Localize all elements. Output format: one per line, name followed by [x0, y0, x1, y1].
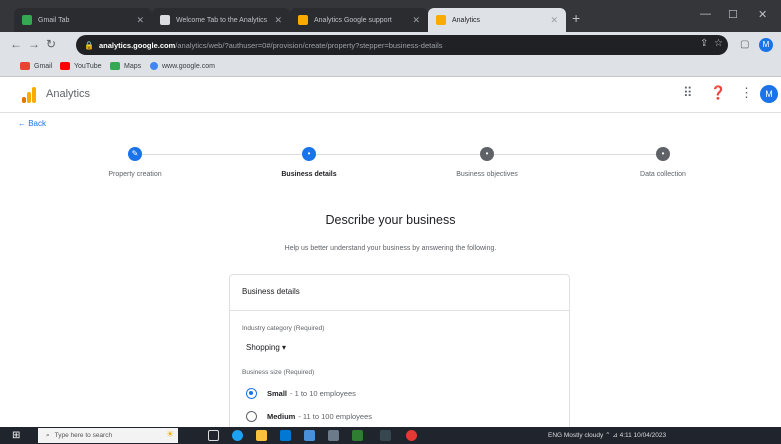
- stepper-connector: [142, 154, 302, 155]
- tab-label: Analytics: [452, 16, 481, 24]
- step-label-data-collection: Data collection: [640, 171, 686, 178]
- globe-icon: [150, 62, 158, 70]
- card-title: Business details: [242, 287, 300, 296]
- lock-icon: 🔒: [84, 40, 94, 50]
- bookmark-google[interactable]: www.google.com: [150, 62, 215, 70]
- close-icon[interactable]: ✕: [550, 15, 558, 26]
- business-size-label: Business size (Required): [242, 369, 315, 376]
- page-favicon-icon: [160, 15, 170, 25]
- size-name: Medium: [267, 412, 296, 421]
- address-bar[interactable]: 🔒 analytics.google.com /analytics/web/?a…: [76, 35, 728, 55]
- step-label-business-details: Business details: [281, 171, 337, 178]
- close-icon[interactable]: ✕: [136, 15, 144, 26]
- account-avatar[interactable]: M: [760, 85, 778, 103]
- maximize-button[interactable]: ☐: [728, 8, 738, 21]
- share-icon[interactable]: ⇪: [700, 38, 708, 49]
- bookmark-label: YouTube: [74, 62, 102, 70]
- radio-checked-icon[interactable]: [246, 388, 257, 399]
- browser-toolbar: ← → ↻ 🔒 analytics.google.com /analytics/…: [0, 32, 781, 58]
- app-icon[interactable]: [380, 430, 391, 441]
- size-detail: - 11 to 100 employees: [298, 412, 372, 421]
- step-pending-indicator: •: [656, 147, 670, 161]
- search-icon: ⌕: [46, 431, 50, 439]
- system-tray[interactable]: ENG Mostly cloudy ⌃ ⊿ 4:11 10/04/2023: [548, 431, 666, 439]
- bookmark-label: www.google.com: [162, 62, 215, 70]
- close-window-button[interactable]: ✕: [758, 8, 767, 21]
- analytics-header: Analytics ⠿ ❓ ⋮ M: [0, 77, 781, 113]
- browser-tabstrip: Gmail Tab ✕ Welcome Tab to the Analytics…: [0, 0, 781, 32]
- more-vert-icon[interactable]: ⋮: [740, 85, 753, 101]
- bookmarks-bar: Gmail YouTube Maps www.google.com: [0, 58, 781, 77]
- business-size-option-small[interactable]: Small - 1 to 10 employees: [246, 388, 356, 399]
- reload-icon[interactable]: ↻: [46, 37, 56, 51]
- step-pending-indicator: •: [480, 147, 494, 161]
- analytics-favicon-icon: [298, 15, 308, 25]
- app-title: Analytics: [46, 88, 91, 100]
- back-arrow-icon[interactable]: ←: [10, 37, 22, 51]
- edge-icon[interactable]: [232, 430, 243, 441]
- browser-tab-gmail[interactable]: Gmail Tab ✕: [14, 8, 152, 32]
- url-host: analytics.google.com: [98, 40, 176, 50]
- analytics-logo-icon[interactable]: [22, 87, 36, 103]
- page-title: Describe your business: [325, 213, 456, 227]
- bookmark-label: Gmail: [34, 62, 53, 70]
- forward-arrow-icon[interactable]: →: [28, 37, 40, 51]
- divider: [230, 310, 569, 311]
- radio-unchecked-icon[interactable]: [246, 411, 257, 422]
- taskbar-search-placeholder: Type here to search: [54, 432, 113, 439]
- weather-icon[interactable]: ☀: [166, 429, 174, 440]
- step-label-property-creation: Property creation: [108, 171, 162, 178]
- bookmark-label: Maps: [124, 62, 142, 70]
- gmail-favicon-icon: [22, 15, 32, 25]
- step-done-edit-icon[interactable]: ✎: [128, 147, 142, 161]
- stepper-connector: [494, 154, 656, 155]
- bookmark-maps[interactable]: Maps: [110, 62, 141, 70]
- app-icon[interactable]: [352, 430, 363, 441]
- browser-profile-avatar[interactable]: M: [759, 38, 773, 52]
- app-icon[interactable]: [328, 430, 339, 441]
- windows-taskbar: ⊞ ⌕ Type here to search ☀ ENG Mostly clo…: [0, 427, 781, 444]
- taskbar-search-box[interactable]: ⌕ Type here to search: [38, 428, 178, 443]
- industry-category-label: Industry category (Required): [242, 325, 325, 332]
- mail-icon[interactable]: [304, 430, 315, 441]
- browser-tab-support[interactable]: Analytics Google support ✕: [290, 8, 428, 32]
- browser-tab-welcome[interactable]: Welcome Tab to the Analytics ✕: [152, 8, 290, 32]
- size-detail: - 1 to 10 employees: [290, 389, 356, 398]
- store-icon[interactable]: [280, 430, 291, 441]
- chrome-icon[interactable]: [406, 430, 417, 441]
- windows-start-icon[interactable]: ⊞: [12, 430, 20, 441]
- tab-label: Welcome Tab to the Analytics: [176, 16, 268, 24]
- youtube-icon: [60, 62, 70, 70]
- maps-icon: [110, 62, 120, 70]
- business-size-option-medium[interactable]: Medium - 11 to 100 employees: [246, 411, 372, 422]
- tab-label: Analytics Google support: [314, 16, 392, 24]
- bookmark-youtube[interactable]: YouTube: [60, 62, 102, 70]
- analytics-favicon-icon: [436, 15, 446, 25]
- stepper-connector: [316, 154, 480, 155]
- bookmark-gmail[interactable]: Gmail: [20, 62, 52, 70]
- gmail-icon: [20, 62, 30, 70]
- browser-tab-analytics[interactable]: Analytics ✕: [428, 8, 566, 32]
- url-path: /analytics/web/?authuser=0#/provision/cr…: [175, 40, 443, 50]
- apps-grid-icon[interactable]: ⠿: [683, 85, 693, 101]
- close-icon[interactable]: ✕: [412, 15, 420, 26]
- business-details-card: Business details Industry category (Requ…: [229, 274, 570, 434]
- industry-category-select[interactable]: Shopping ▾: [246, 343, 286, 352]
- minimize-button[interactable]: —: [700, 8, 711, 20]
- size-name: Small: [267, 389, 288, 398]
- close-icon[interactable]: ✕: [274, 15, 282, 26]
- new-tab-button[interactable]: +: [572, 10, 580, 26]
- help-icon[interactable]: ❓: [710, 85, 726, 101]
- step-current-indicator: •: [302, 147, 316, 161]
- extensions-icon[interactable]: ▢: [740, 39, 749, 50]
- back-link[interactable]: ← Back: [18, 119, 46, 128]
- task-view-icon[interactable]: [208, 430, 219, 441]
- file-explorer-icon[interactable]: [256, 430, 267, 441]
- page-subtitle: Help us better understand your business …: [284, 245, 497, 252]
- step-label-business-objectives: Business objectives: [456, 171, 518, 178]
- tab-label: Gmail Tab: [38, 16, 70, 24]
- bookmark-star-icon[interactable]: ☆: [714, 38, 723, 49]
